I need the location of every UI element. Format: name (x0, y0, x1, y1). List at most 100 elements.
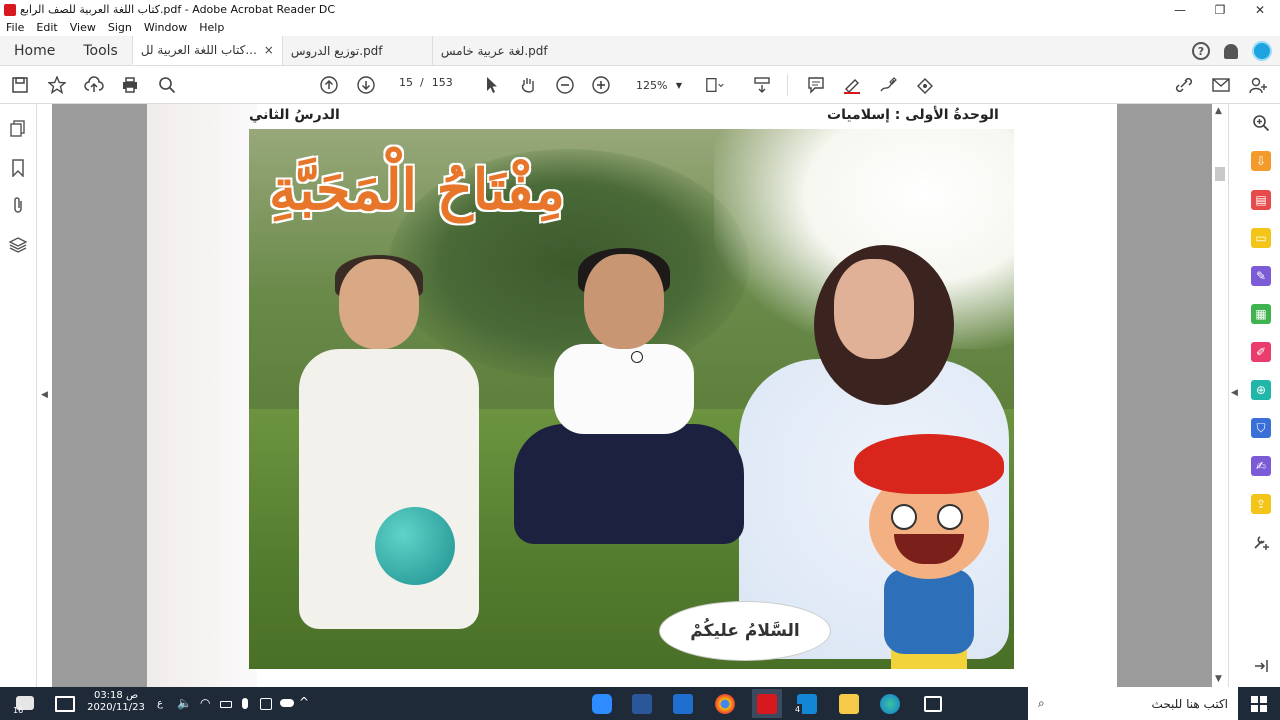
zoom-app-icon[interactable] (592, 694, 612, 714)
task-view-icon[interactable] (924, 696, 942, 712)
edit-pdf-icon[interactable]: ✎ (1251, 266, 1271, 286)
menu-edit[interactable]: Edit (30, 21, 63, 34)
close-button[interactable]: ✕ (1240, 0, 1280, 19)
upload-cloud-icon[interactable] (84, 75, 104, 95)
input-language[interactable]: ع (157, 698, 163, 710)
email-icon[interactable] (1211, 75, 1231, 95)
zoom-out-icon[interactable] (555, 75, 575, 95)
share-link-icon[interactable] (1174, 75, 1194, 95)
tray-app-icon[interactable] (260, 698, 272, 710)
help-icon[interactable]: ? (1192, 42, 1210, 60)
notifications-bell-icon[interactable] (1224, 43, 1238, 59)
mail-badge: 4 (793, 704, 803, 716)
start-button[interactable] (1238, 687, 1280, 720)
page-down-icon[interactable] (356, 75, 376, 95)
taskbar-app-icon[interactable] (55, 696, 75, 712)
bookmark-icon[interactable] (9, 159, 27, 177)
clock-date: 2020/11/23 (87, 702, 145, 713)
battery-icon[interactable] (220, 701, 232, 708)
notification-count: 16 (13, 706, 24, 715)
zoom-level-select[interactable]: 125% ▼ (626, 76, 688, 94)
avatar[interactable] (1252, 41, 1272, 61)
export-pdf-icon[interactable]: ⇩ (1251, 151, 1271, 171)
draw-icon[interactable] (878, 75, 898, 95)
taskbar-search-box[interactable]: ⌕ اكتب هنا للبحث (1028, 687, 1238, 720)
windows-logo-icon (1251, 695, 1267, 712)
send-icon[interactable]: ⇪ (1251, 494, 1271, 514)
volume-icon[interactable]: 🔈 (177, 697, 192, 709)
search-icon[interactable] (157, 75, 177, 95)
tab-bar: Home Tools كتاب اللغة العربية لل... × تو… (0, 36, 1280, 66)
onedrive-icon[interactable] (280, 699, 294, 707)
sign-icon[interactable]: ✍ (1251, 456, 1271, 476)
vertical-scrollbar[interactable]: ▲ ▼ (1212, 104, 1228, 687)
chrome-app-icon[interactable] (715, 694, 735, 714)
stamp-icon[interactable] (915, 75, 935, 95)
menu-window[interactable]: Window (138, 21, 193, 34)
menu-view[interactable]: View (64, 21, 102, 34)
create-pdf-icon[interactable]: ⊕ (1251, 380, 1271, 400)
lesson-photo: مِفْتَاحُ الْمَحَبَّةِ السَّلامُ عليكُمْ (249, 129, 1014, 669)
highlight-pen-icon[interactable] (842, 75, 862, 95)
star-icon[interactable] (47, 75, 67, 95)
more-tools-icon[interactable] (1251, 532, 1271, 552)
compress-icon[interactable]: ▦ (1251, 304, 1271, 324)
scrollbar-thumb[interactable] (1215, 167, 1225, 181)
chevron-left-icon[interactable]: ◀ (1231, 388, 1238, 398)
speech-bubble: السَّلامُ عليكُمْ (659, 601, 831, 661)
left-panel-toggle[interactable]: ◀ (37, 104, 52, 687)
layers-icon[interactable] (9, 236, 27, 254)
acrobat-app-icon (4, 3, 16, 16)
attachment-icon[interactable] (9, 196, 27, 214)
document-workspace[interactable]: الدرسُ الثاني الوحدةُ الأولى : إسلاميات … (52, 104, 1212, 687)
page-number-input[interactable]: 15 (392, 76, 420, 89)
chevron-up-icon[interactable]: ^ (299, 696, 309, 708)
expand-panel-icon[interactable] (1251, 656, 1271, 676)
doc-tab[interactable]: توزيع الدروس.pdf (281, 36, 432, 65)
protect-icon[interactable]: ⛉ (1251, 418, 1271, 438)
page-up-icon[interactable] (319, 75, 339, 95)
scroll-mode-icon[interactable] (752, 75, 772, 95)
unit-label: الوحدةُ الأولى : إسلاميات (827, 107, 999, 123)
toolbar-divider (787, 74, 788, 96)
scroll-up-icon[interactable]: ▲ (1215, 106, 1222, 116)
doc-tab-label: كتاب اللغة العربية لل... (140, 43, 257, 57)
doc-tab[interactable]: لغة عربية خامس.pdf (431, 36, 582, 65)
hand-tool-icon[interactable] (518, 75, 538, 95)
menu-sign[interactable]: Sign (102, 21, 138, 34)
account-area: ? (1192, 36, 1272, 66)
page-navigator: 15 / 153 (392, 76, 453, 89)
maximize-button[interactable]: ❐ (1200, 0, 1240, 19)
add-user-icon[interactable] (1248, 75, 1268, 95)
save-icon[interactable] (10, 75, 30, 95)
close-tab-icon[interactable]: × (264, 43, 274, 57)
tab-home[interactable]: Home (0, 36, 69, 65)
print-icon[interactable] (120, 75, 140, 95)
select-cursor-icon[interactable] (482, 75, 502, 95)
file-explorer-icon[interactable] (839, 694, 859, 714)
edge-app-icon[interactable] (880, 694, 900, 714)
menu-help[interactable]: Help (193, 21, 230, 34)
pdf-page: الدرسُ الثاني الوحدةُ الأولى : إسلاميات … (147, 104, 1117, 687)
tab-tools[interactable]: Tools (69, 36, 132, 65)
clock[interactable]: 03:18 ص 2020/11/23 (86, 690, 146, 714)
mouse-cursor-icon (631, 351, 643, 363)
fill-sign-icon[interactable]: ✐ (1251, 342, 1271, 362)
window-controls: — ❐ ✕ (1160, 0, 1280, 19)
acrobat-app-icon[interactable] (757, 694, 777, 714)
comment-icon[interactable] (806, 75, 826, 95)
organize-icon[interactable]: ▤ (1251, 190, 1271, 210)
pages-icon[interactable] (9, 120, 27, 138)
zoom-in-icon[interactable] (591, 75, 611, 95)
fit-page-icon[interactable] (705, 75, 725, 95)
word-app-icon[interactable] (632, 694, 652, 714)
media-app-icon[interactable] (673, 694, 693, 714)
wifi-icon[interactable]: ◠ (200, 697, 210, 709)
comment-tool-icon[interactable]: ▭ (1251, 228, 1271, 248)
minimize-button[interactable]: — (1160, 0, 1200, 19)
zoom-icon[interactable] (1251, 113, 1271, 133)
scroll-down-icon[interactable]: ▼ (1215, 674, 1222, 684)
doc-tab-active[interactable]: كتاب اللغة العربية لل... × (131, 36, 282, 65)
microphone-icon[interactable] (242, 698, 248, 709)
menu-file[interactable]: File (0, 21, 30, 34)
